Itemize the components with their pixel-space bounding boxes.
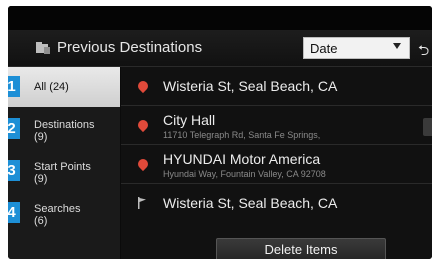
location-pin-icon — [135, 78, 151, 94]
tab-searches[interactable]: 4 Searches (6) — [8, 193, 120, 233]
location-pin-icon — [135, 117, 151, 133]
list-item[interactable]: Wisteria St, Seal Beach, CA — [121, 67, 432, 106]
sort-dropdown[interactable]: Date — [303, 37, 410, 59]
tab-label: Destinations (9) — [34, 119, 95, 143]
tab-label: Start Points (9) — [34, 161, 91, 185]
page-title: Previous Destinations — [57, 39, 203, 56]
tab-start-points[interactable]: 3 Start Points (9) — [8, 151, 120, 191]
callout-badge-3: 3 — [8, 160, 20, 181]
list-item-subtitle: 11710 Telegraph Rd, Santa Fe Springs, — [163, 130, 321, 140]
callout-badge-1: 1 — [8, 76, 20, 97]
destinations-list: Wisteria St, Seal Beach, CA City Hall 11… — [121, 67, 432, 259]
flag-icon — [138, 197, 146, 209]
nav-screen: Previous Destinations Date ⮌ 1 All (24) … — [8, 6, 432, 259]
sort-dropdown-value: Date — [310, 41, 338, 56]
delete-items-button[interactable]: Delete Items — [216, 238, 386, 259]
top-bezel — [8, 6, 432, 30]
list-item[interactable]: HYUNDAI Motor America Hyundai Way, Fount… — [121, 145, 432, 184]
list-item-subtitle: Hyundai Way, Fountain Valley, CA 92708 — [163, 169, 326, 179]
tab-label: Searches (6) — [34, 203, 81, 227]
list-item-title: Wisteria St, Seal Beach, CA — [163, 195, 338, 211]
scroll-handle[interactable] — [423, 118, 432, 136]
tab-label: All (24) — [34, 81, 69, 93]
back-icon[interactable]: ⮌ — [418, 40, 432, 58]
list-item-title: HYUNDAI Motor America — [163, 151, 321, 167]
list-item[interactable]: City Hall 11710 Telegraph Rd, Santa Fe S… — [121, 106, 432, 145]
header-bar: Previous Destinations Date ⮌ — [8, 30, 432, 67]
list-item-title: City Hall — [163, 112, 216, 128]
callout-badge-4: 4 — [8, 202, 20, 223]
folder-icon — [36, 42, 50, 54]
list-item[interactable]: Wisteria St, Seal Beach, CA — [121, 184, 432, 222]
location-pin-icon — [135, 156, 151, 172]
category-sidebar: 1 All (24) 2 Destinations (9) 3 Start Po… — [8, 67, 120, 259]
tab-all[interactable]: 1 All (24) — [8, 67, 120, 107]
list-item-title: Wisteria St, Seal Beach, CA — [163, 78, 338, 94]
callout-badge-2: 2 — [8, 118, 20, 139]
chevron-down-icon — [393, 43, 401, 49]
tab-destinations[interactable]: 2 Destinations (9) — [8, 109, 120, 149]
